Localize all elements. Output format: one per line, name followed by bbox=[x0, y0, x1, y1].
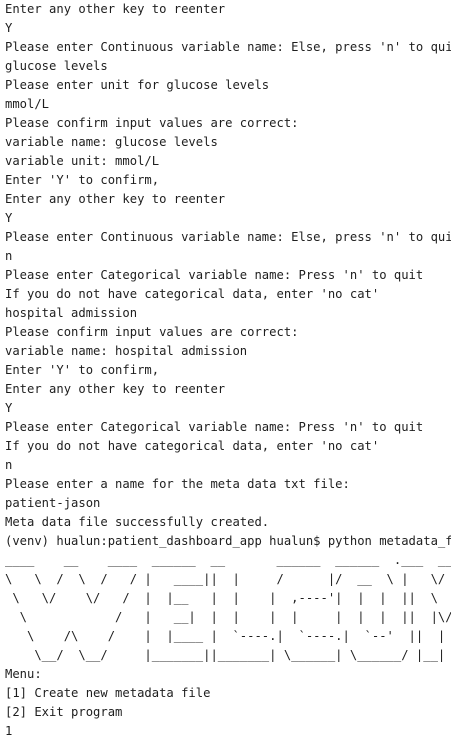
terminal-input-line[interactable]: 1 bbox=[5, 722, 451, 741]
banner-line: ____ __ ____ ______ __ ______ ______ .__… bbox=[5, 553, 451, 567]
terminal-line: hospital admission bbox=[5, 306, 138, 320]
terminal-line: Enter 'Y' to confirm, bbox=[5, 173, 160, 187]
terminal-line: Please enter a name for the meta data tx… bbox=[5, 477, 350, 491]
terminal-line: patient-jason bbox=[5, 496, 101, 510]
terminal-line: Please enter Categorical variable name: … bbox=[5, 420, 424, 434]
banner-line: \__/ \__/ |_______||_______| \______| \_… bbox=[5, 648, 451, 662]
terminal-line: n bbox=[5, 249, 13, 263]
terminal-line: Please enter Continuous variable name: E… bbox=[5, 230, 451, 244]
terminal-line: variable name: glucose levels bbox=[5, 135, 218, 149]
terminal-window[interactable]: Enter any other key to reenter Y Please en… bbox=[0, 0, 451, 745]
terminal-line: glucose levels bbox=[5, 59, 108, 73]
terminal-line: Please confirm input values are correct: bbox=[5, 116, 299, 130]
terminal-line: Enter 'Y' to confirm, bbox=[5, 363, 160, 377]
terminal-output: Enter any other key to reenter Y Please en… bbox=[5, 0, 451, 551]
menu-title: Menu: bbox=[5, 667, 42, 681]
menu-item-exit: [2] Exit program bbox=[5, 705, 123, 719]
terminal-line: Please enter unit for glucose levels bbox=[5, 78, 270, 92]
terminal-line: variable name: hospital admission bbox=[5, 344, 248, 358]
terminal-line: Y bbox=[5, 211, 13, 225]
terminal-line: Enter any other key to reenter bbox=[5, 382, 226, 396]
terminal-line: Y bbox=[5, 21, 13, 35]
terminal-line: Y bbox=[5, 401, 13, 415]
banner-line: \ \ / \ / / | ____|| | / |/ __ \ | \/ | bbox=[5, 572, 451, 586]
terminal-line: If you do not have categorical data, ent… bbox=[5, 439, 380, 453]
terminal-line: Enter any other key to reenter bbox=[5, 2, 226, 16]
terminal-line: Enter any other key to reenter bbox=[5, 192, 226, 206]
banner-line: \ \/ \/ / | |__ | | | ,----'| | | || \ /… bbox=[5, 591, 451, 605]
terminal-line: variable unit: mmol/L bbox=[5, 154, 160, 168]
banner-line: \ /\ / | |____ | `----.| `----.| `--' ||… bbox=[5, 629, 451, 643]
terminal-line: Please enter Categorical variable name: … bbox=[5, 268, 424, 282]
terminal-line: mmol/L bbox=[5, 97, 50, 111]
terminal-line: (venv) hualun:patient_dashboard_app hual… bbox=[5, 534, 451, 548]
welcome-banner: ____ __ ____ ______ __ ______ ______ .__… bbox=[5, 551, 451, 665]
banner-line: \ / | __| | | | | | | | || |\/| | bbox=[5, 610, 451, 624]
terminal-line: Please confirm input values are correct: bbox=[5, 325, 299, 339]
menu-item-create: [1] Create new metadata file bbox=[5, 686, 211, 700]
terminal-line: n bbox=[5, 458, 13, 472]
terminal-line: If you do not have categorical data, ent… bbox=[5, 287, 380, 301]
terminal-line: Please enter Continuous variable name: E… bbox=[5, 40, 451, 54]
terminal-line: Meta data file successfully created. bbox=[5, 515, 270, 529]
